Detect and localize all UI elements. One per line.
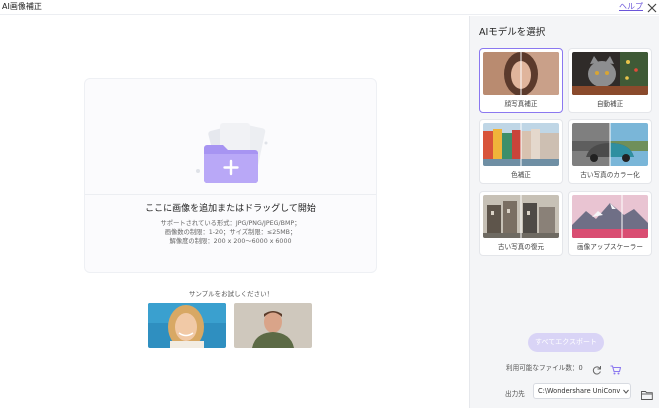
model-card-face[interactable]: 顔写真補正 [479, 48, 563, 113]
supported-formats-text: サポートされている形式：JPG/PNG/JPEG/BMP； [160, 220, 301, 227]
output-path-value: C:\Wondershare UniConv [538, 387, 621, 395]
model-thumb-auto [572, 52, 648, 95]
model-card-colorize[interactable]: 古い写真のカラー化 [568, 119, 652, 184]
drop-zone[interactable]: ここに画像を追加またはドラッグして開始 サポートされている形式：JPG/PNG/… [84, 78, 377, 273]
model-thumb-colorize [572, 123, 648, 166]
sidebar-title: AIモデルを選択 [479, 27, 546, 38]
output-path-select[interactable]: C:\Wondershare UniConv [533, 383, 631, 399]
refresh-icon[interactable] [592, 360, 602, 375]
model-label-color: 色補正 [511, 171, 531, 179]
model-label-face: 顔写真補正 [504, 100, 538, 108]
model-label-auto: 自動補正 [596, 100, 624, 108]
app-title: AI画像補正 [2, 2, 42, 11]
close-button[interactable] [646, 0, 658, 14]
output-label: 出力先 [505, 390, 525, 398]
title-bar: AI画像補正 ヘルプ [0, 0, 659, 15]
model-card-color[interactable]: 色補正 [479, 119, 563, 184]
model-thumb-restore [483, 195, 559, 238]
drop-title: ここに画像を追加またはドラッグして開始 [145, 204, 316, 214]
resolution-limit-text: 解像度の制限：200 x 200～6000 x 6000 [169, 238, 292, 245]
folder-add-icon [196, 123, 268, 183]
export-all-button[interactable]: すべてエクスポート [528, 333, 604, 352]
model-thumb-upscale [572, 195, 648, 238]
close-icon [647, 3, 657, 13]
sample-image-man[interactable] [234, 303, 312, 348]
model-card-upscale[interactable]: 画像アップスケーラー [568, 191, 652, 256]
open-folder-button[interactable] [641, 385, 653, 400]
model-label-colorize: 古い写真のカラー化 [580, 171, 640, 179]
image-limit-text: 画像数の制限：1-20；サイズ制限：≤25MB； [164, 229, 297, 236]
available-file-count: 利用可能なファイル数：0 [506, 364, 583, 372]
model-label-restore: 古い写真の復元 [497, 243, 545, 251]
main-area: ここに画像を追加またはドラッグして開始 サポートされている形式：JPG/PNG/… [0, 16, 469, 408]
sample-image-woman[interactable] [148, 303, 226, 348]
cart-icon[interactable] [610, 360, 622, 375]
model-thumb-face [483, 52, 559, 95]
model-card-restore[interactable]: 古い写真の復元 [479, 191, 563, 256]
folder-icon [641, 391, 653, 400]
model-sidebar: AIモデルを選択 顔写真補正 自動補正 色補正 古い写真のカラー化 古い写真の復… [469, 16, 659, 408]
model-thumb-color [483, 123, 559, 166]
chevron-down-icon [623, 389, 629, 394]
help-link[interactable]: ヘルプ [619, 1, 643, 12]
drop-divider [85, 194, 376, 195]
model-label-upscale: 画像アップスケーラー [577, 243, 643, 251]
sample-title: サンプルをお試しください！ [188, 290, 274, 298]
model-card-auto[interactable]: 自動補正 [568, 48, 652, 113]
